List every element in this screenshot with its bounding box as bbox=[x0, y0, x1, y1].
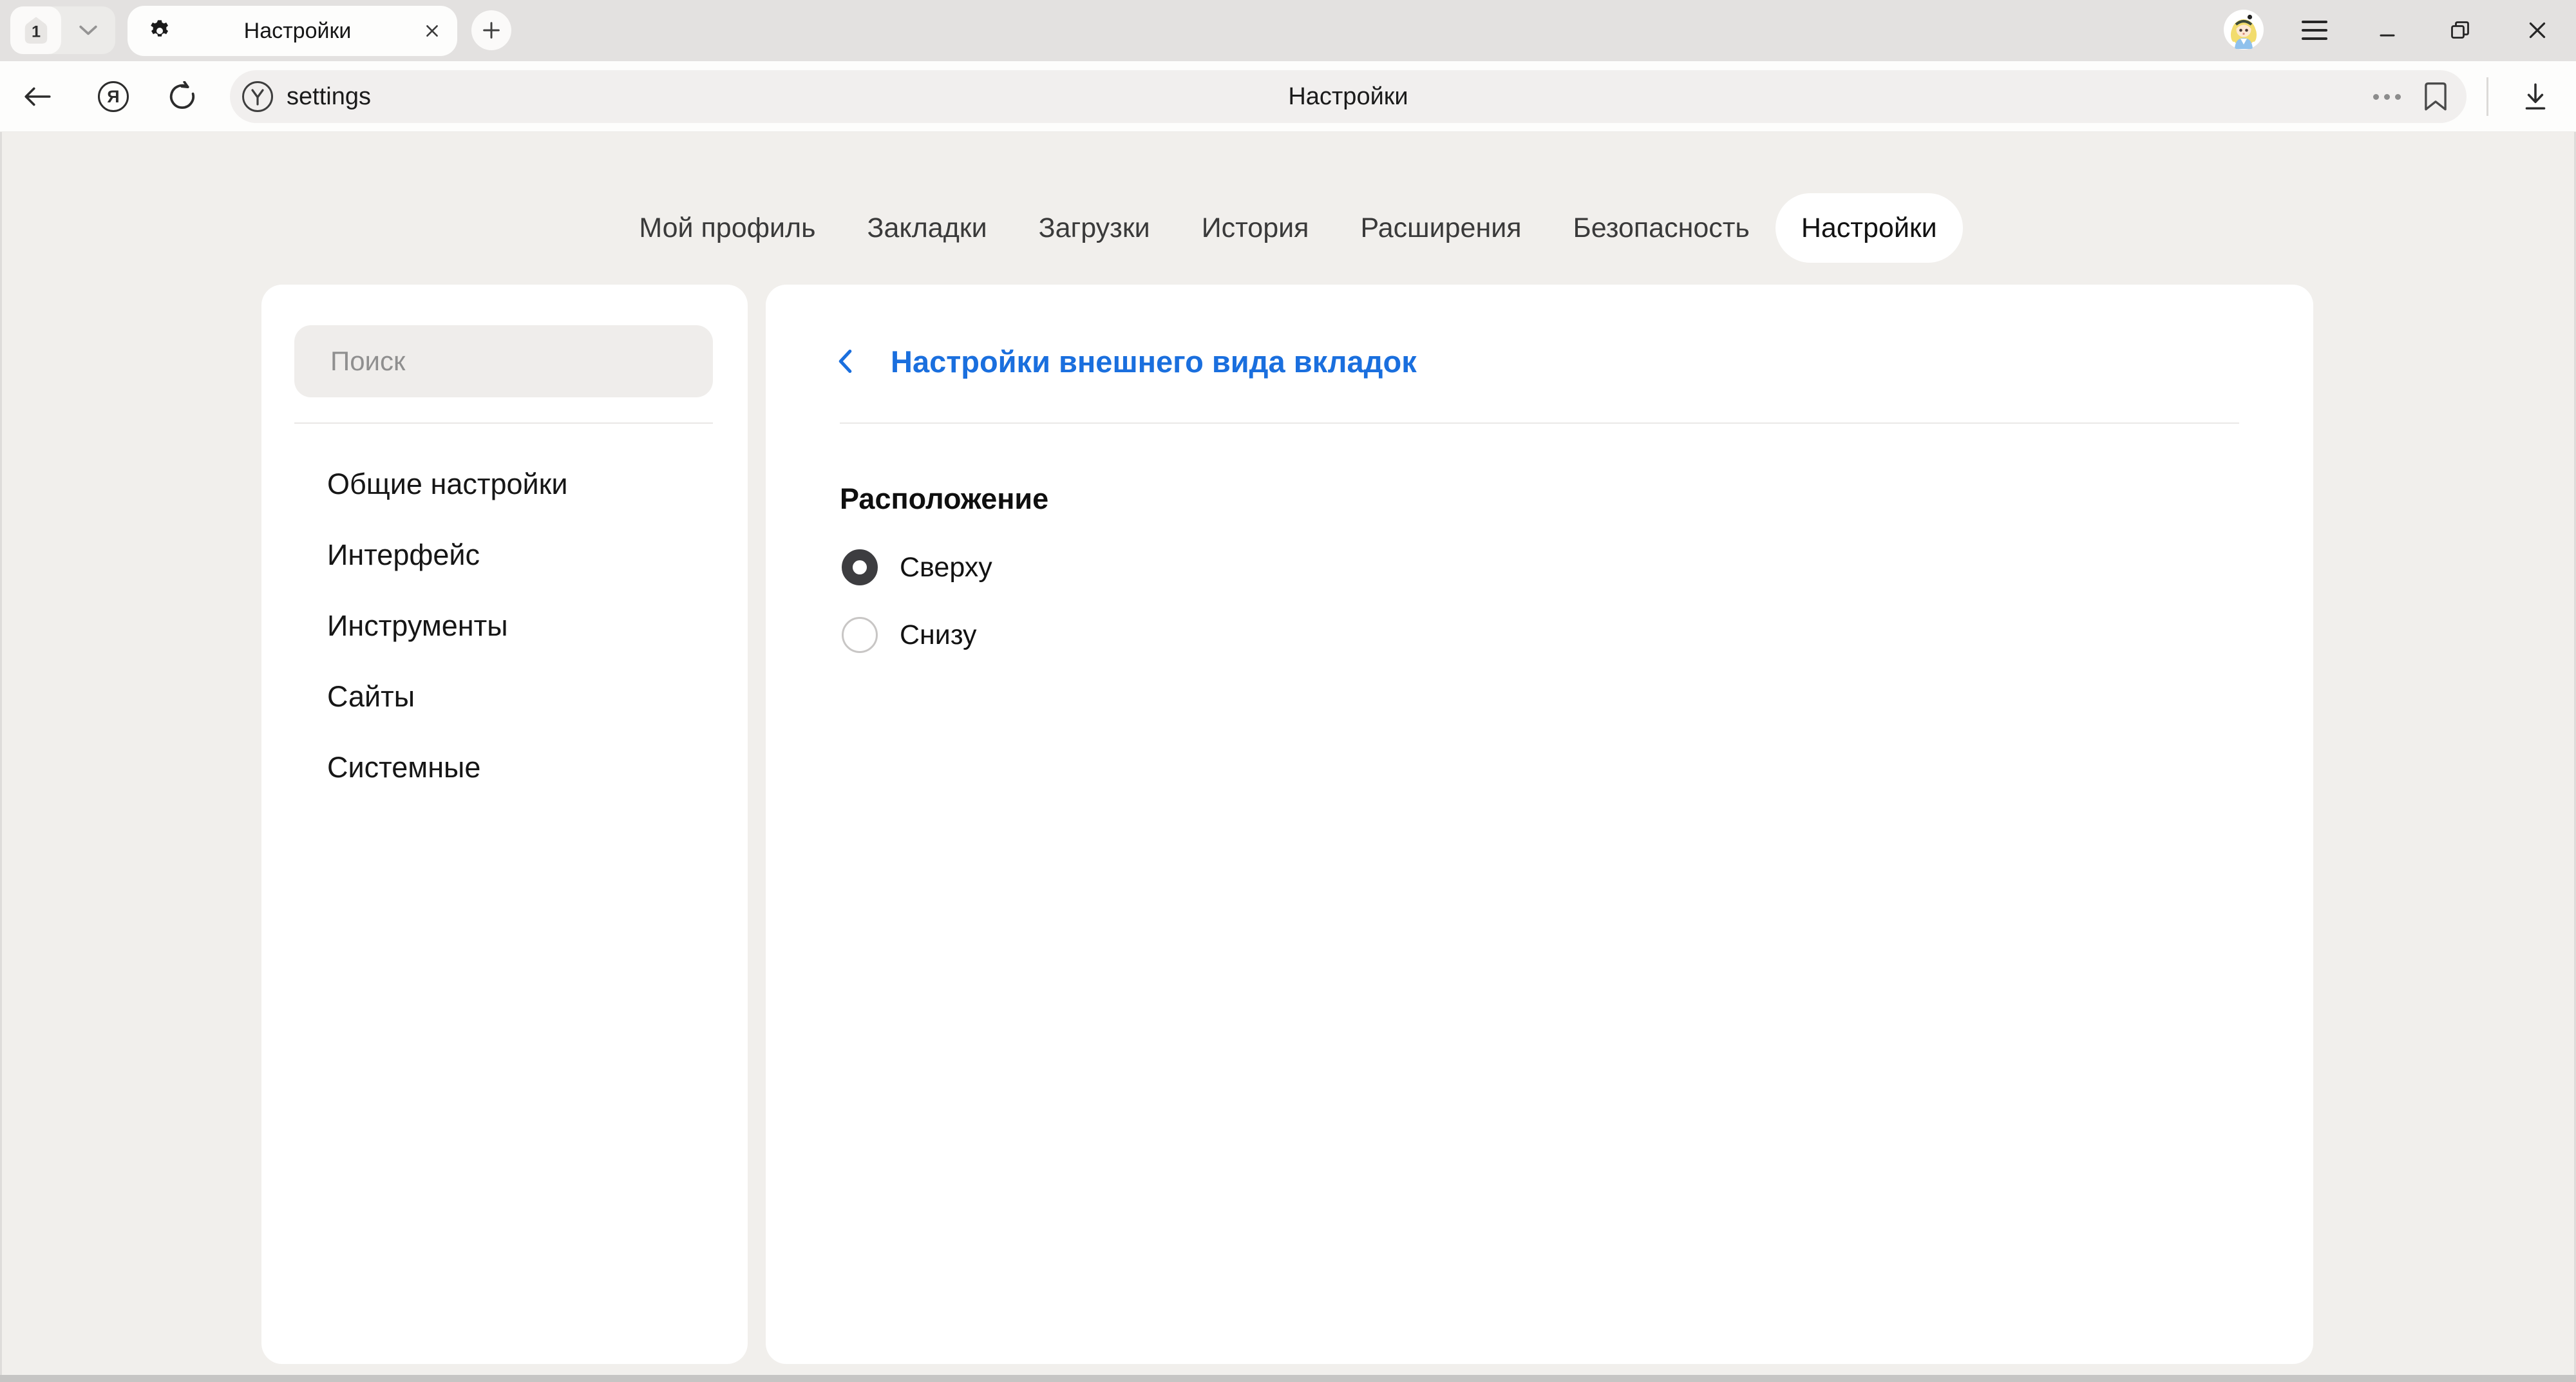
plus-icon bbox=[480, 19, 502, 41]
panel-header[interactable]: Настройки внешнего вида вкладок bbox=[837, 341, 1417, 381]
minimize-icon bbox=[2376, 19, 2399, 42]
sidebar-divider bbox=[294, 422, 713, 424]
avatar-girl-illustration bbox=[2223, 9, 2264, 50]
bookmark-icon bbox=[2422, 80, 2449, 113]
tab-close-button[interactable] bbox=[422, 21, 442, 41]
browser-window: 1 Настройки bbox=[0, 0, 2576, 1382]
sidebar-item-sites[interactable]: Сайты bbox=[261, 661, 748, 732]
profile-avatar[interactable] bbox=[2223, 9, 2264, 50]
address-bar: Я settings Настройки bbox=[0, 61, 2576, 132]
restore-button[interactable] bbox=[2441, 11, 2479, 50]
sidebar-item-general[interactable]: Общие настройки bbox=[261, 449, 748, 520]
tab-bar: 1 Настройки bbox=[0, 0, 2576, 61]
yandex-logo-icon: Я bbox=[98, 81, 129, 112]
bookmark-button[interactable] bbox=[2419, 70, 2452, 123]
menu-button[interactable] bbox=[2295, 11, 2334, 50]
radio-unselected-icon[interactable] bbox=[842, 617, 878, 653]
minimize-button[interactable] bbox=[2368, 11, 2407, 50]
tab-list-dropdown-button[interactable] bbox=[61, 24, 115, 36]
downloads-button[interactable] bbox=[2516, 77, 2555, 116]
tab-title: Настройки bbox=[173, 19, 422, 44]
tab-group-pill: 1 bbox=[10, 6, 115, 54]
radio-option-top[interactable]: Сверху bbox=[842, 545, 992, 590]
sidebar-item-interface[interactable]: Интерфейс bbox=[261, 520, 748, 591]
tab-counter-value: 1 bbox=[31, 23, 40, 41]
settings-panel: Настройки внешнего вида вкладок Располож… bbox=[766, 285, 2313, 1364]
tab-counter-button[interactable]: 1 bbox=[10, 6, 61, 54]
nav-tab-settings[interactable]: Настройки bbox=[1776, 193, 1963, 263]
url-bar[interactable]: settings Настройки bbox=[230, 70, 2467, 123]
toolbar-divider bbox=[2486, 77, 2488, 116]
nav-tab-profile[interactable]: Мой профиль bbox=[613, 193, 841, 263]
nav-tab-extensions[interactable]: Расширения bbox=[1334, 193, 1547, 263]
restore-icon bbox=[2448, 19, 2472, 42]
nav-tab-downloads[interactable]: Загрузки bbox=[1013, 193, 1176, 263]
gear-icon bbox=[147, 18, 173, 44]
sidebar-search-input[interactable] bbox=[294, 325, 713, 397]
section-title: Расположение bbox=[840, 480, 1048, 518]
more-actions-button[interactable] bbox=[2369, 70, 2405, 123]
close-icon bbox=[2525, 18, 2550, 43]
nav-tab-history[interactable]: История bbox=[1176, 193, 1335, 263]
arrow-left-icon bbox=[23, 86, 52, 108]
sidebar-section-list: Общие настройки Интерфейс Инструменты Са… bbox=[261, 449, 748, 803]
radio-selected-icon[interactable] bbox=[842, 549, 878, 585]
close-window-button[interactable] bbox=[2518, 11, 2557, 50]
page-title[interactable]: Настройки внешнего вида вкладок bbox=[891, 344, 1417, 379]
radio-label: Снизу bbox=[900, 620, 977, 651]
browser-tab-settings[interactable]: Настройки bbox=[128, 6, 457, 56]
hamburger-icon bbox=[2302, 21, 2327, 23]
radio-label: Сверху bbox=[900, 552, 992, 583]
sidebar-item-tools[interactable]: Инструменты bbox=[261, 591, 748, 661]
ellipsis-icon bbox=[2373, 94, 2379, 100]
chevron-down-icon bbox=[79, 24, 98, 36]
back-chevron-button[interactable] bbox=[837, 345, 860, 377]
close-icon bbox=[424, 23, 440, 39]
yandex-home-button[interactable]: Я bbox=[94, 77, 133, 116]
settings-nav-tabs: Мой профиль Закладки Загрузки История Ра… bbox=[0, 193, 2576, 263]
download-icon bbox=[2521, 80, 2550, 113]
refresh-button[interactable] bbox=[163, 77, 202, 116]
settings-page: Мой профиль Закладки Загрузки История Ра… bbox=[0, 132, 2576, 1375]
settings-sidebar: Общие настройки Интерфейс Инструменты Са… bbox=[261, 285, 748, 1364]
window-bottom-edge bbox=[0, 1375, 2576, 1382]
nav-tab-bookmarks[interactable]: Закладки bbox=[842, 193, 1013, 263]
nav-tab-security[interactable]: Безопасность bbox=[1548, 193, 1776, 263]
radio-option-bottom[interactable]: Снизу bbox=[842, 612, 977, 658]
chevron-left-icon bbox=[837, 348, 853, 374]
new-tab-button[interactable] bbox=[471, 10, 511, 50]
panel-divider bbox=[840, 422, 2239, 424]
address-page-title: Настройки bbox=[230, 70, 2467, 123]
sidebar-item-system[interactable]: Системные bbox=[261, 732, 748, 803]
tab-shield-icon: 1 bbox=[23, 15, 49, 45]
refresh-icon bbox=[167, 81, 198, 112]
back-button[interactable] bbox=[18, 77, 57, 116]
